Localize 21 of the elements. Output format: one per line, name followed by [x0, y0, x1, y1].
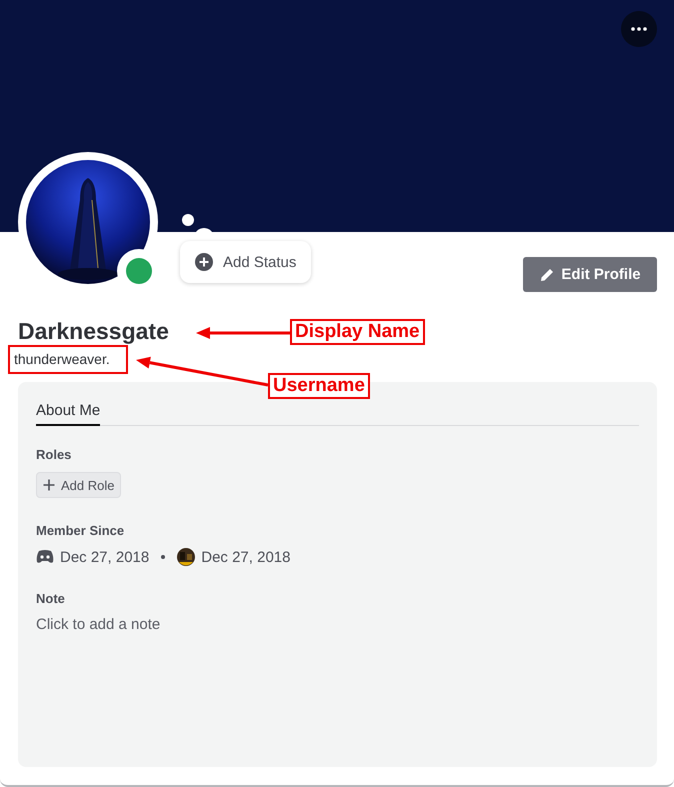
- display-name: Darknessgate: [18, 318, 169, 344]
- annotation-label: Username: [268, 373, 370, 399]
- pencil-icon: [539, 266, 556, 282]
- username: thunderweaver.: [14, 351, 110, 367]
- add-role-button[interactable]: Add Role: [36, 472, 122, 498]
- annotation-label: Display Name: [290, 319, 425, 345]
- member-since-date: Dec 27, 2018: [60, 548, 150, 566]
- edit-profile-button[interactable]: Edit Profile: [523, 257, 657, 292]
- plus-icon: [43, 479, 55, 491]
- section-title: Member Since: [36, 522, 126, 540]
- member-since-date: Dec 27, 2018: [201, 548, 290, 566]
- profile-tab[interactable]: About Me: [36, 399, 100, 426]
- separator-dot: [161, 555, 166, 559]
- server-icon: [177, 548, 196, 566]
- add-icon: [195, 253, 213, 271]
- game-controller-icon: [36, 550, 54, 564]
- section-title: Roles: [36, 446, 72, 464]
- section-title: Note: [36, 590, 66, 608]
- more-icon: [631, 27, 647, 31]
- add-status-button[interactable]: Add Status: [180, 241, 312, 283]
- note-field[interactable]: Click to add a note: [36, 616, 639, 633]
